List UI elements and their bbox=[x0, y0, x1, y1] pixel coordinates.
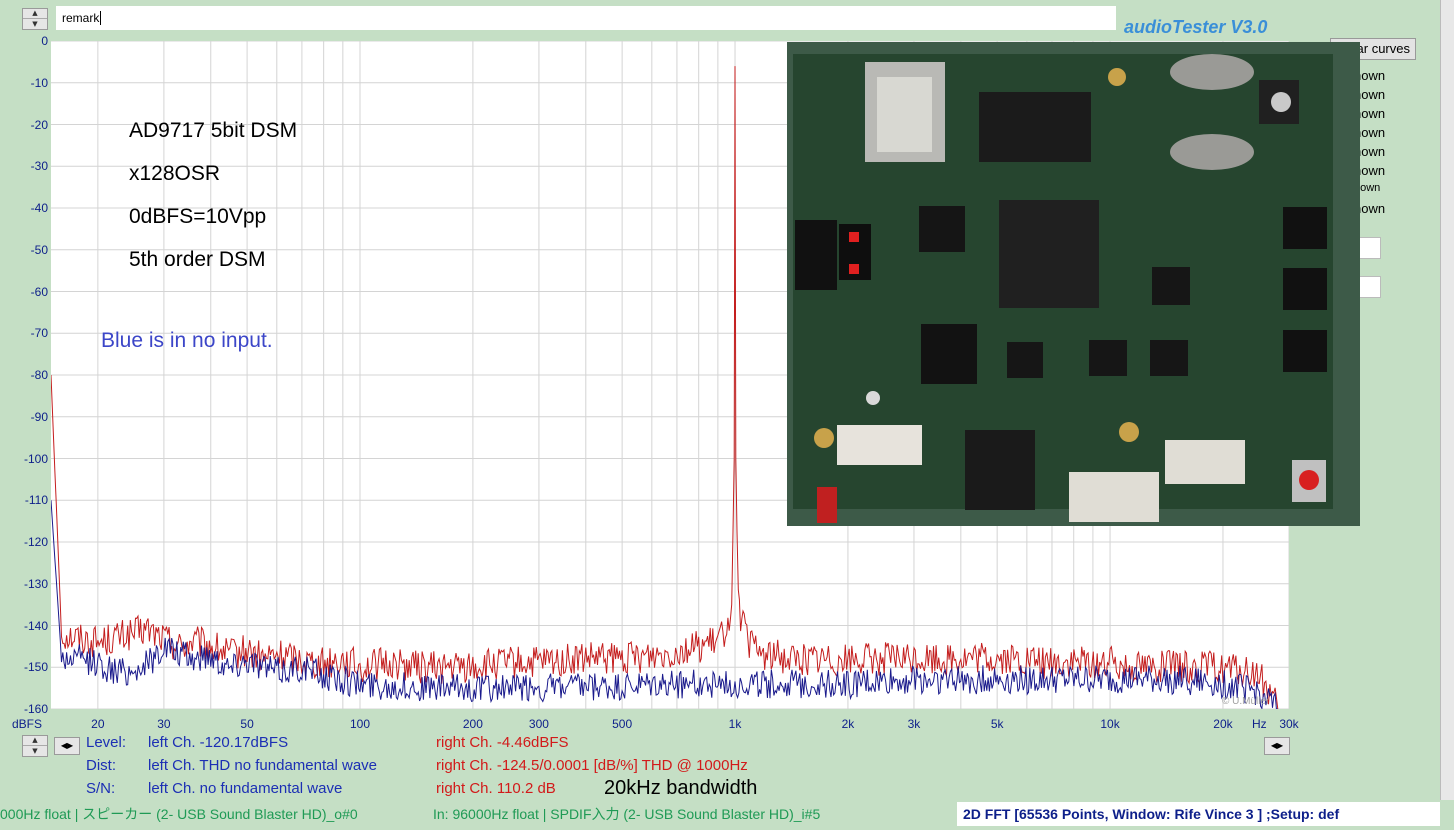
annotation-line-3: 0dBFS=10Vpp bbox=[129, 205, 267, 228]
app-title: audioTester V3.0 bbox=[1124, 17, 1268, 37]
level-spinner[interactable]: ▲ ▼ bbox=[22, 735, 48, 757]
arrow-right-icon: ▶ bbox=[67, 741, 74, 750]
y-tick-label: -100 bbox=[23, 451, 48, 466]
left-channel-series bbox=[50, 500, 1278, 710]
y-tick-label: -70 bbox=[30, 326, 48, 341]
x-axis-unit: Hz bbox=[1252, 717, 1267, 731]
level-right: right Ch. -4.46dBFS bbox=[436, 734, 569, 751]
pcb-photo bbox=[787, 42, 1360, 526]
x-tick-label: 2k bbox=[841, 717, 855, 731]
x-tick-label: 30k bbox=[1279, 717, 1299, 731]
y-tick-label: 0 bbox=[41, 34, 48, 48]
x-tick-label: 200 bbox=[462, 717, 483, 731]
sn-left: left Ch. no fundamental wave bbox=[148, 780, 343, 797]
bandwidth-note: 20kHz bandwidth bbox=[604, 777, 758, 799]
remark-spinner[interactable]: ▲ ▼ bbox=[22, 8, 48, 30]
vertical-scrollbar[interactable] bbox=[1440, 0, 1454, 800]
y-tick-label: -110 bbox=[24, 493, 48, 508]
y-tick-label: -40 bbox=[30, 201, 48, 215]
sn-right: right Ch. 110.2 dB bbox=[436, 780, 556, 797]
y-tick-label: -140 bbox=[23, 618, 48, 633]
x-tick-label: 50 bbox=[240, 717, 254, 731]
x-tick-label: 20k bbox=[1213, 717, 1233, 731]
spin-up-icon[interactable]: ▲ bbox=[23, 9, 47, 19]
status-fft-setup: 2D FFT [65536 Points, Window: Rife Vince… bbox=[957, 802, 1440, 826]
x-tick-label: 10k bbox=[1100, 717, 1120, 731]
y-tick-label: -20 bbox=[30, 117, 48, 132]
status-bar: 000Hz float | スピーカー (2- USB Sound Blaste… bbox=[0, 802, 1454, 826]
x-tick-label: 300 bbox=[528, 717, 549, 731]
level-left: left Ch. -120.17dBFS bbox=[148, 734, 289, 751]
annotation-line-1: AD9717 5bit DSM bbox=[129, 119, 298, 142]
arrow-right-icon: ▶ bbox=[1277, 741, 1284, 750]
x-tick-label: 20 bbox=[91, 717, 105, 731]
level-label: Level: bbox=[86, 734, 127, 751]
watermark: © U.Müller bbox=[1222, 696, 1270, 707]
annotation-note: Blue is in no input. bbox=[101, 329, 273, 352]
status-input-device: In: 96000Hz float | SPDIF入力 (2- USB Soun… bbox=[433, 806, 821, 822]
y-tick-label: -160 bbox=[23, 702, 48, 716]
y-tick-label: -90 bbox=[30, 409, 48, 424]
y-tick-label: -10 bbox=[30, 75, 48, 90]
x-tick-label: 500 bbox=[612, 717, 633, 731]
annotation-line-4: 5th order DSM bbox=[129, 248, 266, 271]
x-tick-label: 3k bbox=[907, 717, 921, 731]
sn-label: S/N: bbox=[86, 780, 116, 797]
remark-input[interactable]: remark bbox=[56, 6, 1116, 30]
status-output-device: 000Hz float | スピーカー (2- USB Sound Blaste… bbox=[0, 806, 358, 822]
y-tick-label: -130 bbox=[23, 576, 48, 591]
y-tick-label: -60 bbox=[30, 284, 48, 299]
y-tick-label: -150 bbox=[23, 660, 48, 675]
x-tick-label: 30 bbox=[157, 717, 171, 731]
dist-label: Dist: bbox=[86, 757, 116, 774]
scroll-right-button[interactable]: ◀▶ bbox=[1264, 737, 1290, 755]
x-tick-label: 100 bbox=[349, 717, 370, 731]
scroll-left-right-button[interactable]: ◀▶ bbox=[54, 737, 80, 755]
dist-right: right Ch. -124.5/0.0001 [dB/%] THD @ 100… bbox=[436, 757, 748, 774]
annotation-line-2: x128OSR bbox=[129, 162, 221, 185]
spin-down-icon[interactable]: ▼ bbox=[23, 746, 47, 756]
x-tick-label: 5k bbox=[990, 717, 1004, 731]
pcb-photo-image bbox=[787, 42, 1360, 526]
y-tick-label: -120 bbox=[23, 535, 48, 549]
spin-down-icon[interactable]: ▼ bbox=[23, 19, 47, 29]
remark-text: remark bbox=[62, 11, 100, 25]
x-tick-label: 1k bbox=[728, 717, 742, 731]
y-tick-label: -30 bbox=[30, 159, 48, 174]
y-tick-label: -50 bbox=[30, 242, 48, 257]
spin-up-icon[interactable]: ▲ bbox=[23, 736, 47, 746]
y-axis-unit: dBFS bbox=[12, 717, 43, 731]
dist-left: left Ch. THD no fundamental wave bbox=[148, 757, 378, 774]
y-tick-label: -80 bbox=[30, 368, 48, 382]
